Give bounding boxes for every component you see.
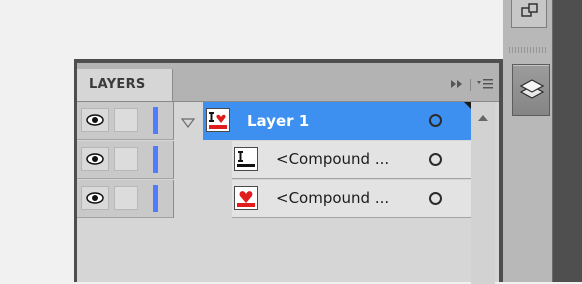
layer-row-controls — [77, 102, 173, 140]
sublayer-row[interactable]: <Compound ... — [77, 141, 499, 179]
chevron-down-icon — [180, 118, 196, 128]
layers-stack-icon — [519, 79, 545, 99]
column-divider — [173, 141, 174, 179]
visibility-toggle[interactable] — [81, 108, 109, 132]
lock-toggle[interactable] — [114, 108, 138, 132]
sublayer-row-controls — [77, 141, 173, 179]
panel-menu-icon[interactable] — [477, 78, 493, 93]
sublayer-row[interactable]: <Compound ... — [77, 180, 499, 218]
layer-name[interactable]: Layer 1 — [247, 111, 309, 131]
tab-layers[interactable]: LAYERS — [77, 69, 173, 101]
layers-panel-body: LAYERS Layer 1 <Compound ... <Compound .… — [77, 63, 499, 284]
panel-tabbar: LAYERS — [77, 63, 499, 102]
lock-toggle[interactable] — [114, 186, 138, 210]
compound-path-item[interactable]: <Compound ... — [232, 141, 471, 179]
layers-panel: LAYERS Layer 1 <Compound ... <Compound .… — [74, 59, 503, 284]
scroll-up-arrow-icon[interactable] — [478, 115, 488, 121]
selection-corner-indicator — [464, 102, 471, 109]
lock-toggle[interactable] — [114, 147, 138, 171]
layer-rows: Layer 1 <Compound ... <Compound ... — [77, 102, 499, 284]
double-arrow-right-icon[interactable] — [450, 79, 464, 92]
eye-icon — [86, 114, 104, 126]
arrange-button[interactable] — [511, 0, 547, 28]
target-circle-icon[interactable] — [429, 153, 442, 166]
item-name[interactable]: <Compound ... — [276, 149, 389, 169]
sublayer-row-controls — [77, 180, 173, 218]
item-name[interactable]: <Compound ... — [276, 188, 389, 208]
disclosure-triangle[interactable] — [180, 113, 196, 132]
item-thumbnail — [234, 147, 258, 171]
arrange-windows-icon — [521, 3, 538, 17]
visibility-toggle[interactable] — [81, 186, 109, 210]
layer-color-indicator — [153, 146, 158, 173]
eye-icon — [86, 192, 104, 204]
visibility-toggle[interactable] — [81, 147, 109, 171]
target-circle-icon[interactable] — [429, 192, 442, 205]
layers-panel-button[interactable] — [512, 64, 550, 116]
vertical-scrollbar[interactable] — [471, 102, 495, 284]
layer-color-indicator — [153, 107, 158, 134]
dock-icon-column — [503, 0, 553, 282]
layer-1-row-selected[interactable]: Layer 1 — [203, 102, 471, 140]
column-divider — [173, 180, 174, 218]
panel-controls — [450, 77, 493, 93]
controls-divider — [470, 79, 471, 91]
column-divider — [173, 102, 174, 140]
item-thumbnail — [234, 186, 258, 210]
layer-color-indicator — [153, 185, 158, 212]
layer-thumbnail — [206, 108, 230, 132]
eye-icon — [86, 153, 104, 165]
target-circle-icon[interactable] — [429, 114, 442, 127]
layer-row[interactable]: Layer 1 — [77, 102, 499, 140]
right-panel-dock — [503, 0, 582, 282]
dock-grip[interactable] — [509, 47, 547, 53]
compound-path-item[interactable]: <Compound ... — [232, 180, 471, 218]
